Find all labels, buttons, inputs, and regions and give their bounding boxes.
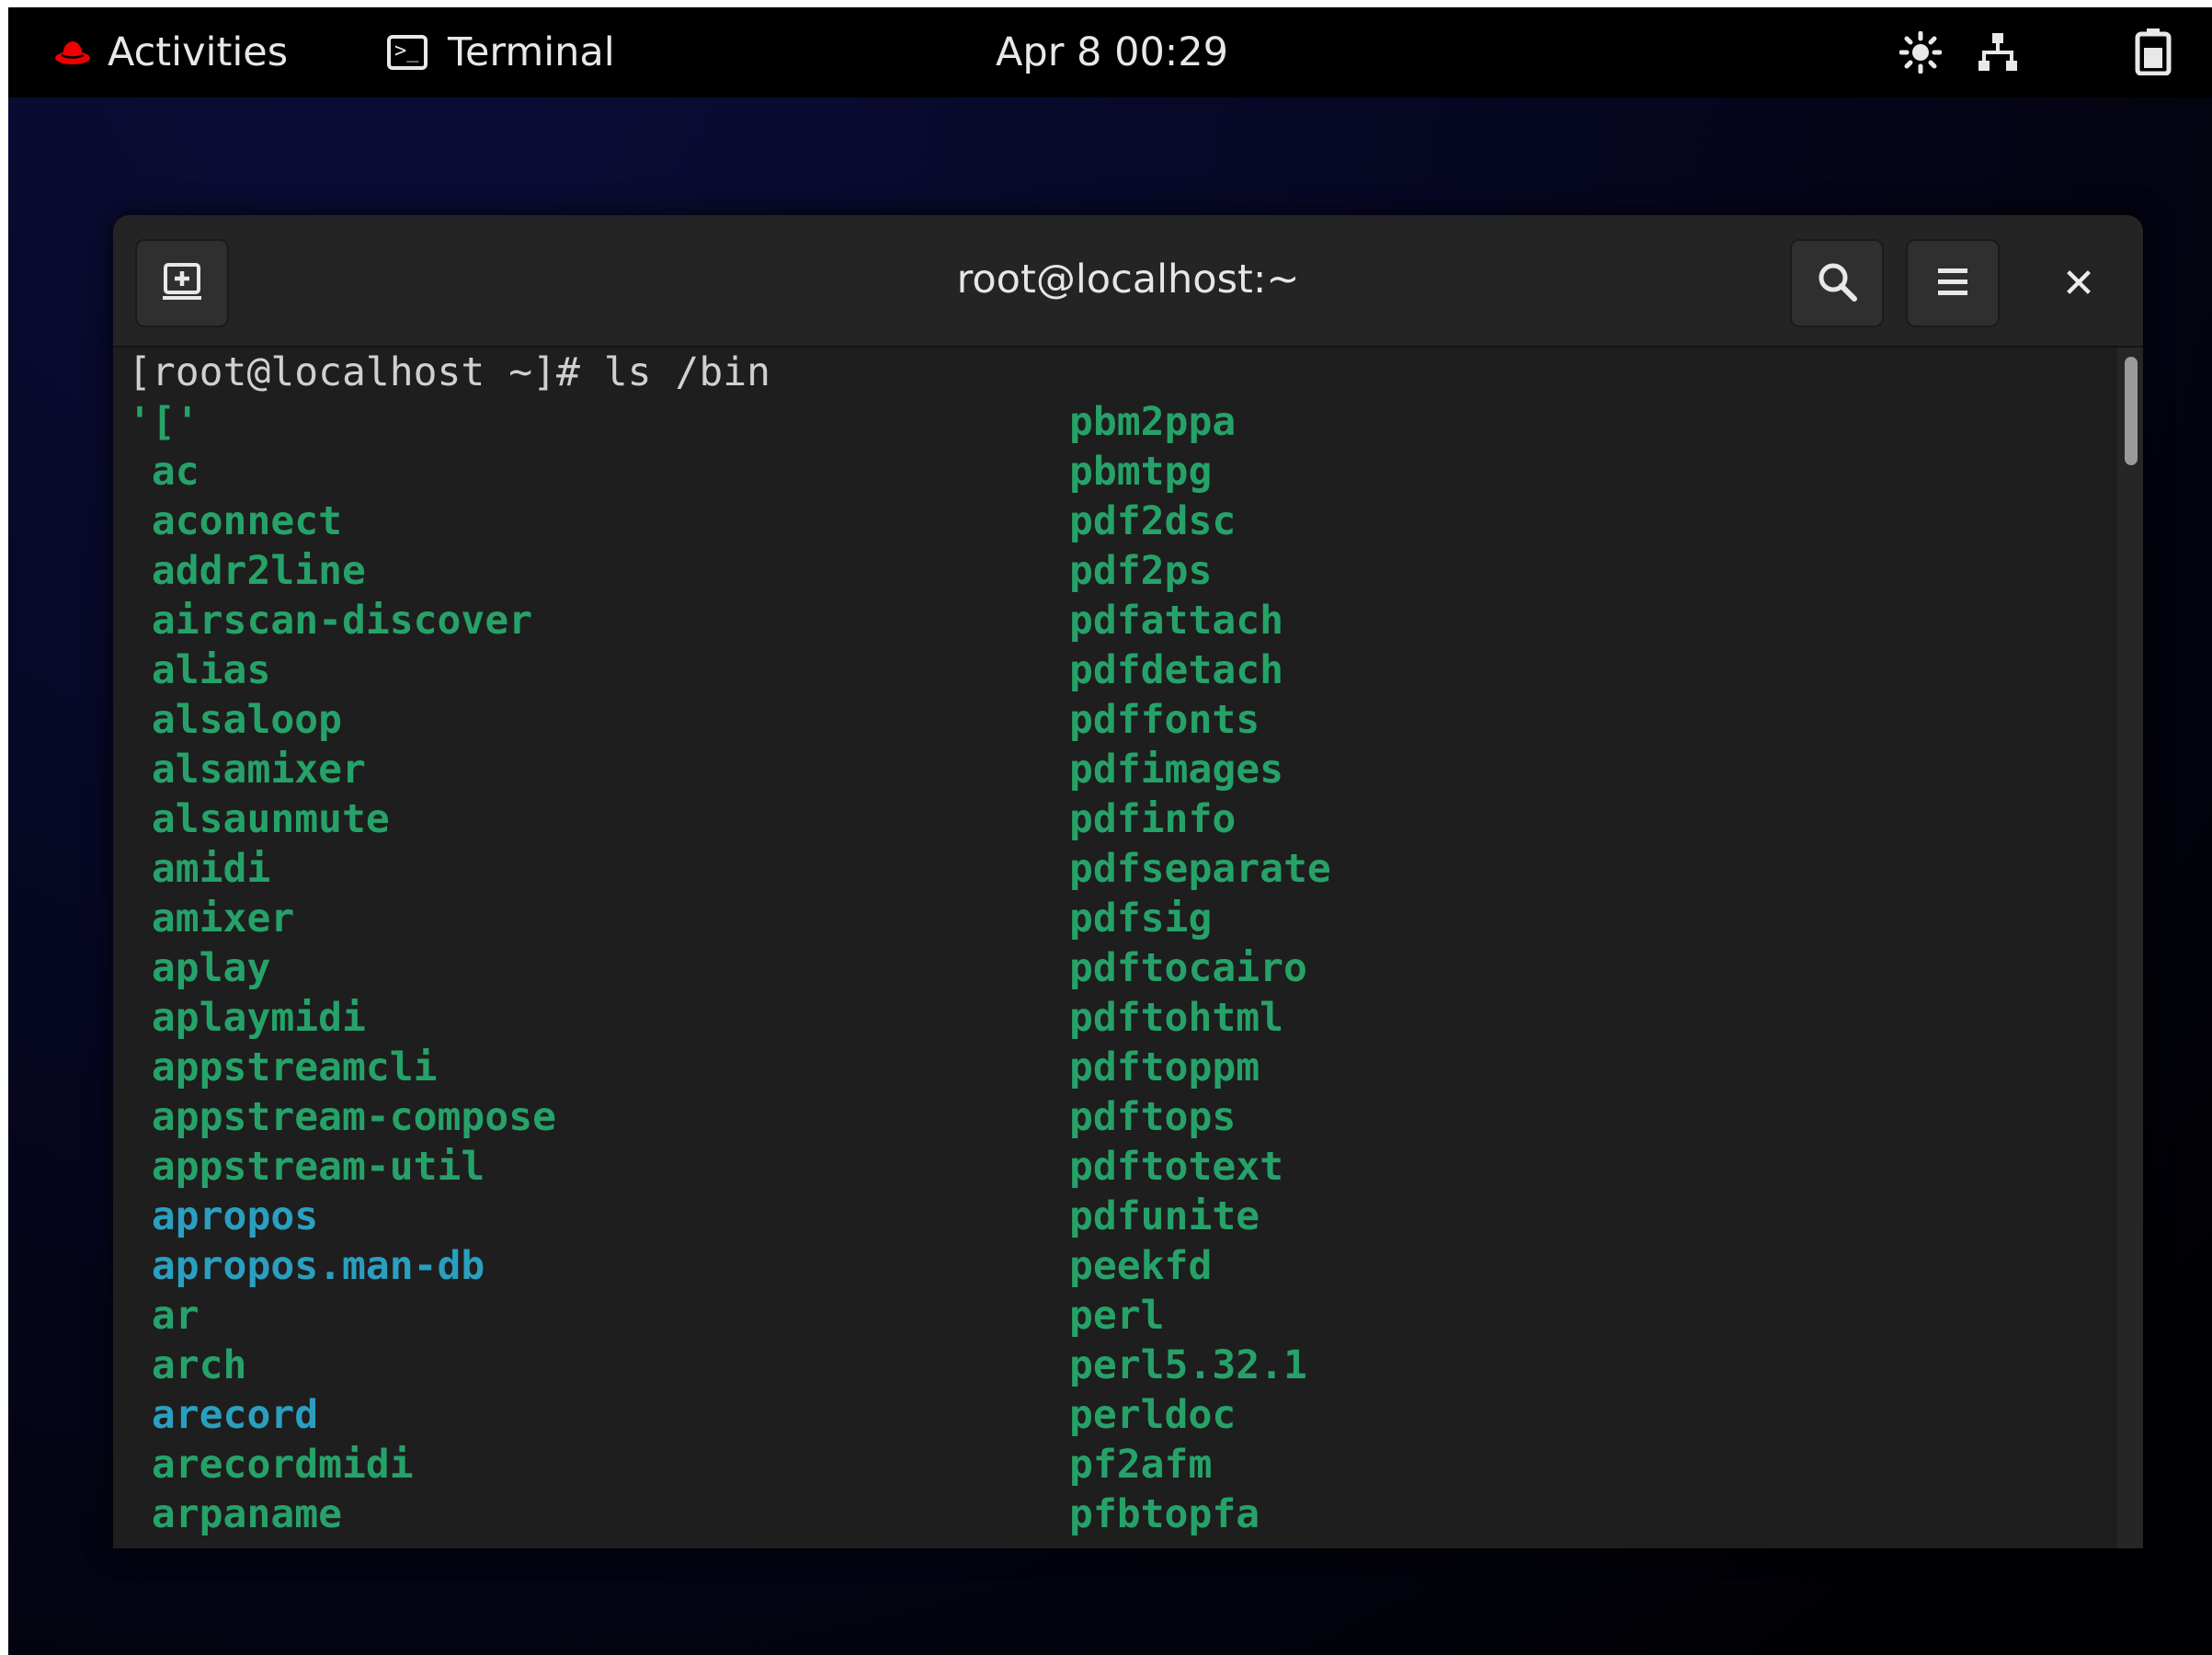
battery-icon xyxy=(2135,28,2172,86)
file-entry: pdftohtml xyxy=(1069,995,1283,1041)
activities-button[interactable]: Activities xyxy=(54,7,288,97)
listing-column-right: pbm2ppa pbmtpg pdf2dsc pdf2ps pdfattach pdfde… xyxy=(1069,397,1331,1539)
file-entry: appstream-compose xyxy=(128,1094,556,1140)
file-entry: pdfattach xyxy=(1069,598,1283,644)
file-entry: aplaymidi xyxy=(128,995,366,1041)
network-icon xyxy=(1977,31,2019,84)
terminal-icon: >_ xyxy=(387,35,428,70)
file-entry: pdfinfo xyxy=(1069,796,1237,842)
file-entry: pdftoppm xyxy=(1069,1044,1260,1090)
file-entry: peekfd xyxy=(1069,1243,1213,1289)
file-entry: addr2line xyxy=(128,548,366,594)
scrollbar[interactable] xyxy=(2117,348,2143,1548)
main-menu-button[interactable] xyxy=(1906,239,2000,327)
file-entry: perldoc xyxy=(1069,1392,1237,1438)
system-menu[interactable] xyxy=(1898,7,2212,97)
file-entry: pdftotext xyxy=(1069,1144,1283,1190)
new-tab-icon xyxy=(161,260,203,306)
file-entry: apropos xyxy=(128,1193,319,1239)
top-bar: Activities >_ Terminal Apr 8 00:29 xyxy=(8,7,2212,97)
file-entry: aplay xyxy=(128,945,271,991)
file-entry: alsaunmute xyxy=(128,796,390,842)
file-entry: pbmtpg xyxy=(1069,449,1213,495)
scrollbar-thumb[interactable] xyxy=(2125,357,2138,465)
file-entry: alsaloop xyxy=(128,697,342,743)
header-bar: root@localhost:~ ✕ xyxy=(113,215,2143,348)
file-entry: pbm2ppa xyxy=(1069,399,1237,445)
listing-column-left: '[' ac aconnect addr2line airscan-discov… xyxy=(128,397,556,1539)
activities-label: Activities xyxy=(108,29,289,75)
close-icon: ✕ xyxy=(2061,259,2096,307)
file-entry: amixer xyxy=(128,896,295,942)
file-entry: pfbtopfa xyxy=(1069,1491,1260,1537)
file-entry: arecord xyxy=(128,1392,319,1438)
file-entry: airscan-discover xyxy=(128,598,533,644)
file-entry: alias xyxy=(128,647,271,693)
file-entry: ac xyxy=(128,449,200,495)
terminal-window: root@localhost:~ ✕ [root@localhost ~]# l… xyxy=(113,215,2143,1548)
file-entry: '[' xyxy=(128,399,200,445)
desktop: Activities >_ Terminal Apr 8 00:29 root@… xyxy=(8,7,2212,1655)
new-tab-button[interactable] xyxy=(135,239,229,327)
file-entry: arpaname xyxy=(128,1491,342,1537)
file-entry: pdffonts xyxy=(1069,697,1260,743)
app-menu-button[interactable]: >_ Terminal xyxy=(387,7,615,97)
file-entry: pf2afm xyxy=(1069,1442,1213,1488)
file-entry: pdfdetach xyxy=(1069,647,1283,693)
file-entry: aconnect xyxy=(128,498,342,544)
search-button[interactable] xyxy=(1790,239,1884,327)
file-entry: pdfunite xyxy=(1069,1193,1260,1239)
file-entry: pdftocairo xyxy=(1069,945,1307,991)
file-entry: ar xyxy=(128,1293,200,1339)
file-entry: pdfimages xyxy=(1069,747,1283,793)
file-entry: pdftops xyxy=(1069,1094,1237,1140)
file-entry: amidi xyxy=(128,846,271,892)
search-icon xyxy=(1816,260,1858,306)
app-menu-label: Terminal xyxy=(448,29,615,75)
brightness-icon xyxy=(1898,30,1943,84)
close-button[interactable]: ✕ xyxy=(2035,239,2123,327)
hamburger-menu-icon xyxy=(1934,265,1971,302)
file-entry: arch xyxy=(128,1342,247,1388)
file-entry: alsamixer xyxy=(128,747,366,793)
clock[interactable]: Apr 8 00:29 xyxy=(996,7,1228,97)
file-entry: perl5.32.1 xyxy=(1069,1342,1307,1388)
redhat-logo-icon xyxy=(54,29,91,75)
file-entry: appstream-util xyxy=(128,1144,485,1190)
command-prompt: [root@localhost ~]# ls /bin xyxy=(128,349,770,395)
terminal-output[interactable]: [root@localhost ~]# ls /bin '[' ac aconn… xyxy=(113,348,2117,1548)
file-entry: pdfseparate xyxy=(1069,846,1331,892)
file-entry: perl xyxy=(1069,1293,1165,1339)
file-entry: apropos.man-db xyxy=(128,1243,485,1289)
file-entry: pdf2dsc xyxy=(1069,498,1237,544)
file-entry: appstreamcli xyxy=(128,1044,438,1090)
file-entry: pdf2ps xyxy=(1069,548,1213,594)
file-entry: pdfsig xyxy=(1069,896,1213,942)
file-entry: arecordmidi xyxy=(128,1442,414,1488)
